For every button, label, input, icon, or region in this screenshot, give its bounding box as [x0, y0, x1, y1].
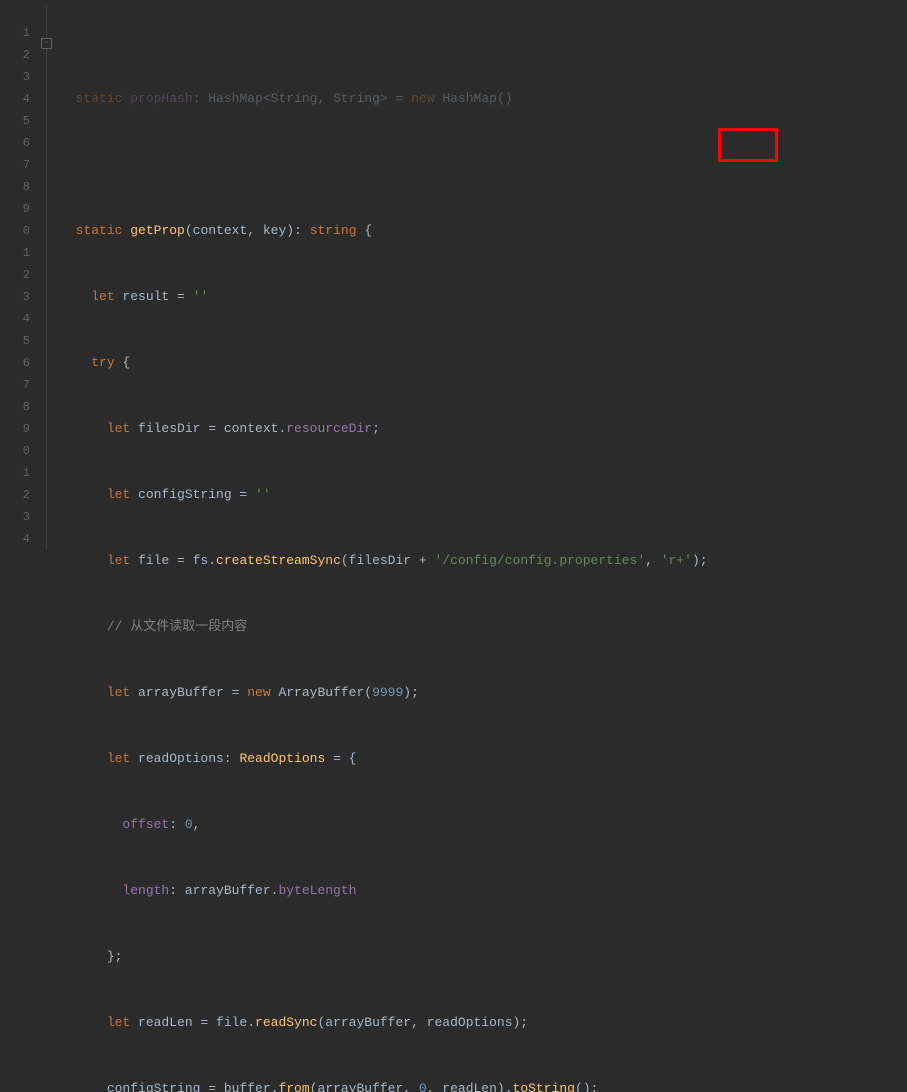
line-number-gutter: 1 2 3 4 5 6 7 8 9 0 1 2 3 4 5 6 7 8 9 0 … [0, 0, 38, 546]
code-editor[interactable]: 1 2 3 4 5 6 7 8 9 0 1 2 3 4 5 6 7 8 9 0 … [0, 0, 907, 546]
code-area[interactable]: static propHash: HashMap<String, String>… [56, 0, 907, 546]
fold-toggle-icon[interactable]: − [41, 38, 52, 49]
fold-column[interactable]: − [38, 0, 56, 546]
